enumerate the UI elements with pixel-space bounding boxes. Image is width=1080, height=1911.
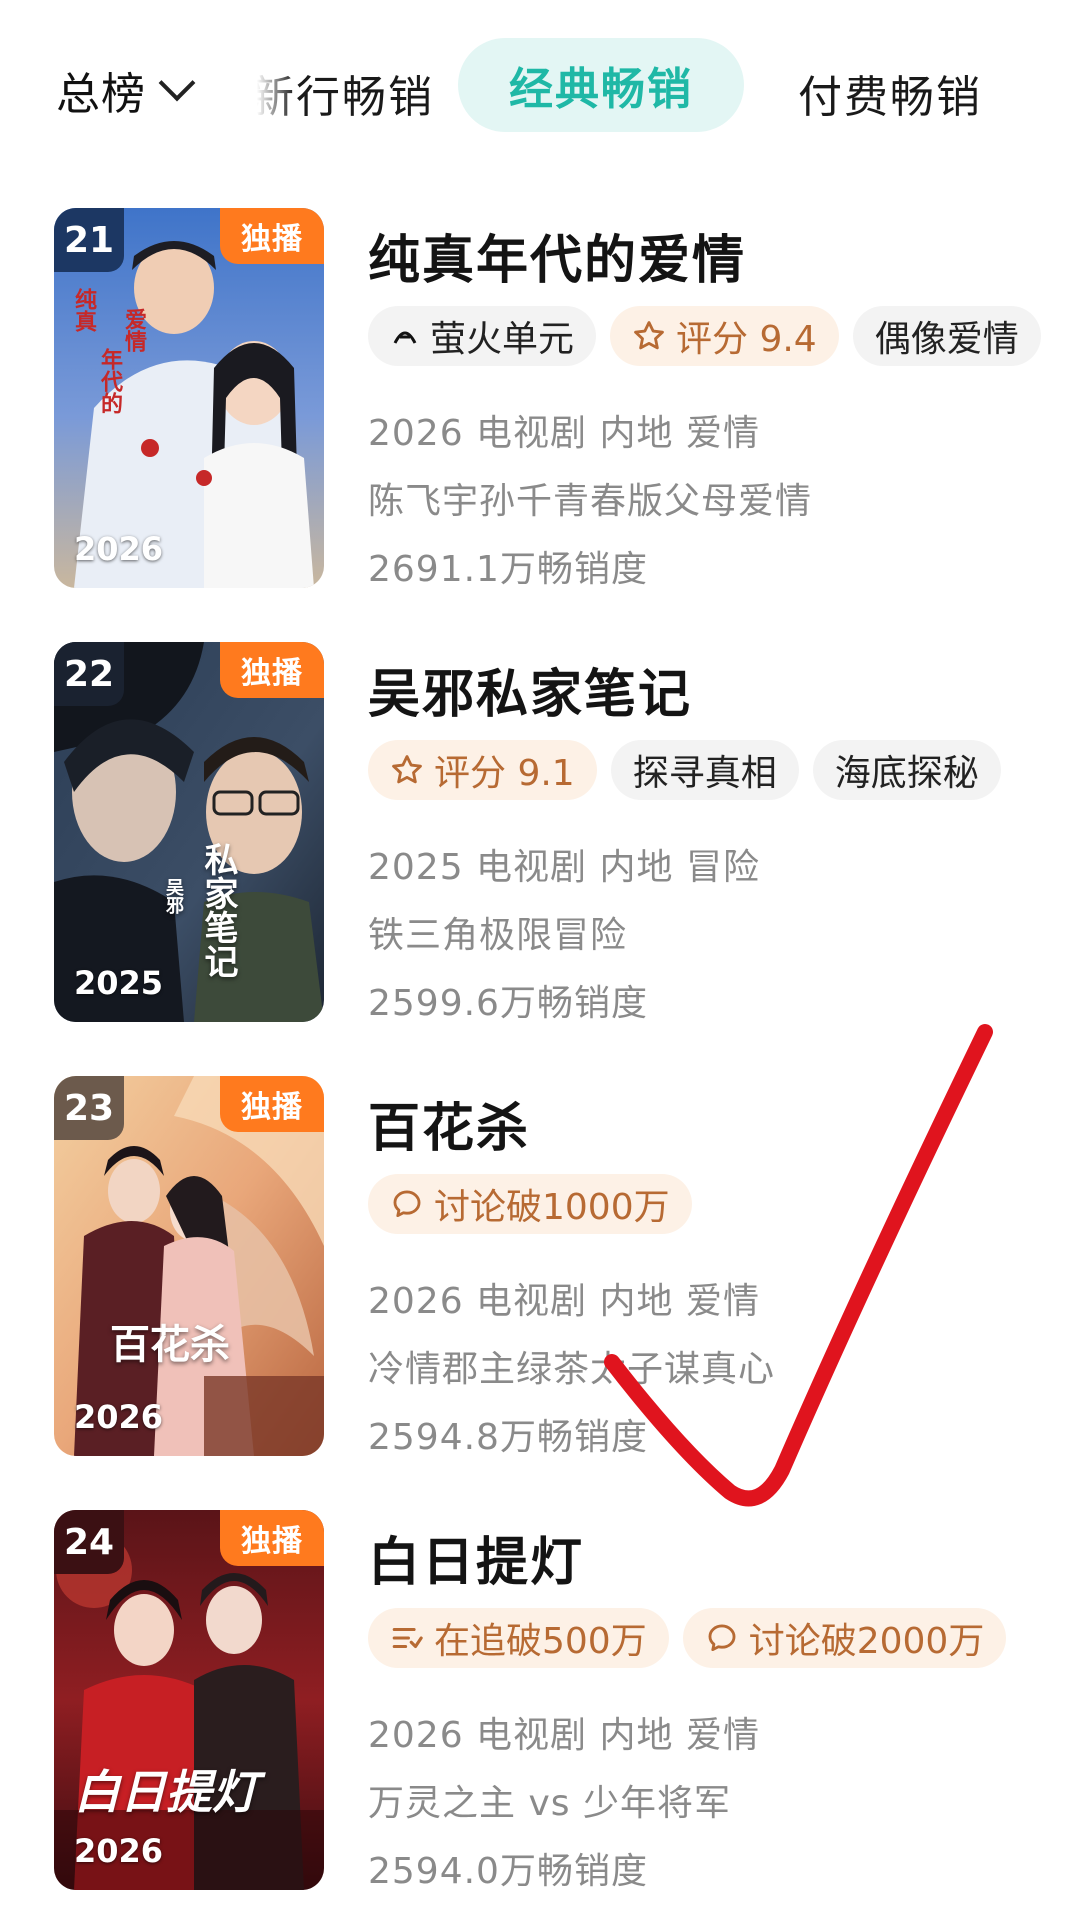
tag-discussion[interactable]: 讨论破2000万: [682, 1608, 1007, 1668]
category-tab-bar: 总榜 新行畅销 经典畅销 付费畅销: [0, 0, 1080, 180]
exclusive-badge: 独播: [220, 642, 324, 698]
ranking-dropdown[interactable]: 总榜: [56, 55, 196, 125]
poster-thumbnail[interactable]: 私家笔记 吴邪 22 独播 2025: [54, 642, 324, 1022]
show-meta: 2025 电视剧 内地 冒险: [368, 847, 760, 888]
list-item[interactable]: 白日提灯 24 独播 2026 白日提灯 在追破500万 讨论破2000万 20…: [0, 1510, 1080, 1910]
show-description: 冷情郡主绿茶太子谋真心: [368, 1349, 776, 1390]
poster-thumbnail[interactable]: 纯真 年代的 爱情 21 独播 2026: [54, 208, 324, 588]
exclusive-badge: 独播: [220, 1510, 324, 1566]
tag-label: 评分 9.4: [676, 319, 817, 360]
tag-theme[interactable]: 探寻真相: [610, 740, 799, 800]
poster-year: 2026: [74, 1398, 164, 1436]
tag-row: 萤火单元 评分 9.4 偶像爱情: [368, 306, 1041, 366]
tab-paid-hits[interactable]: 付费畅销: [798, 58, 982, 128]
sales-index: 2594.8万畅销度: [368, 1417, 648, 1458]
poster-title-art: 吴邪: [163, 878, 184, 914]
tag-discussion[interactable]: 讨论破1000万: [368, 1174, 692, 1234]
tab-classic-hits[interactable]: 经典畅销: [458, 38, 744, 132]
tag-label: 讨论破1000万: [434, 1187, 670, 1228]
poster-title-art: 私家笔记: [198, 842, 238, 978]
chevron-down-icon: [158, 64, 196, 102]
rank-badge: 21: [54, 208, 124, 272]
tag-theme[interactable]: 海底探秘: [812, 740, 1001, 800]
sales-index: 2691.1万畅销度: [368, 549, 648, 590]
rank-badge: 24: [54, 1510, 124, 1574]
tag-rating[interactable]: 评分 9.1: [368, 740, 597, 800]
poster-title-art: 白日提灯: [74, 1765, 258, 1819]
exclusive-badge: 独播: [220, 208, 324, 264]
chat-bubble-icon: [393, 1190, 421, 1218]
poster-title-art: 爱情: [121, 308, 147, 352]
tab-scroll-fade: [250, 50, 295, 140]
ranking-dropdown-label: 总榜: [56, 69, 146, 120]
firefly-logo-icon: [393, 331, 417, 344]
show-title[interactable]: 白日提灯: [368, 1520, 584, 1595]
poster-title-art: 纯真: [71, 288, 97, 332]
star-icon: [392, 755, 422, 784]
tag-row: 在追破500万 讨论破2000万: [368, 1608, 1007, 1668]
show-description: 陈飞宇孙千青春版父母爱情: [368, 481, 813, 522]
sales-index: 2594.0万畅销度: [368, 1851, 648, 1892]
tag-genre[interactable]: 偶像爱情: [852, 306, 1041, 366]
poster-title-art: 年代的: [97, 348, 123, 414]
tag-label: 在追破500万: [434, 1621, 647, 1662]
list-item[interactable]: 百花杀 23 独播 2026 百花杀 讨论破1000万 2026 电视剧 内地 …: [0, 1076, 1080, 1476]
poster-thumbnail[interactable]: 白日提灯 24 独播 2026: [54, 1510, 324, 1890]
list-item[interactable]: 纯真 年代的 爱情 21 独播 2026 纯真年代的爱情 萤火单元 评分 9.4…: [0, 208, 1080, 608]
tag-label: 萤火单元: [430, 319, 575, 360]
tag-firefly-unit[interactable]: 萤火单元: [368, 306, 597, 366]
show-meta: 2026 电视剧 内地 爱情: [368, 413, 760, 454]
poster-year: 2025: [74, 964, 164, 1002]
poster-year: 2026: [74, 530, 164, 568]
tag-following[interactable]: 在追破500万: [368, 1608, 669, 1668]
show-title[interactable]: 吴邪私家笔记: [368, 652, 692, 727]
tag-row: 评分 9.1 探寻真相 海底探秘: [368, 740, 1001, 800]
show-meta: 2026 电视剧 内地 爱情: [368, 1715, 760, 1756]
poster-title-art: 百花杀: [110, 1321, 230, 1368]
show-meta: 2026 电视剧 内地 爱情: [368, 1281, 760, 1322]
show-description: 铁三角极限冒险: [368, 915, 628, 956]
list-follow-icon: [392, 1627, 423, 1649]
sales-index: 2599.6万畅销度: [368, 983, 648, 1024]
list-item[interactable]: 私家笔记 吴邪 22 独播 2025 吴邪私家笔记 评分 9.1 探寻真相 海底…: [0, 642, 1080, 1042]
show-title[interactable]: 百花杀: [368, 1086, 530, 1161]
chat-bubble-icon: [708, 1624, 736, 1652]
star-icon: [634, 321, 664, 350]
poster-thumbnail[interactable]: 百花杀 23 独播 2026: [54, 1076, 324, 1456]
tag-label: 评分 9.1: [434, 753, 575, 794]
show-title[interactable]: 纯真年代的爱情: [368, 218, 746, 293]
rank-badge: 22: [54, 642, 124, 706]
tag-row: 讨论破1000万: [368, 1174, 692, 1234]
exclusive-badge: 独播: [220, 1076, 324, 1132]
show-description: 万灵之主 vs 少年将军: [368, 1783, 731, 1824]
poster-year: 2026: [74, 1832, 164, 1870]
rank-badge: 23: [54, 1076, 124, 1140]
tag-label: 讨论破2000万: [748, 1621, 985, 1662]
tag-rating[interactable]: 评分 9.4: [610, 306, 839, 366]
